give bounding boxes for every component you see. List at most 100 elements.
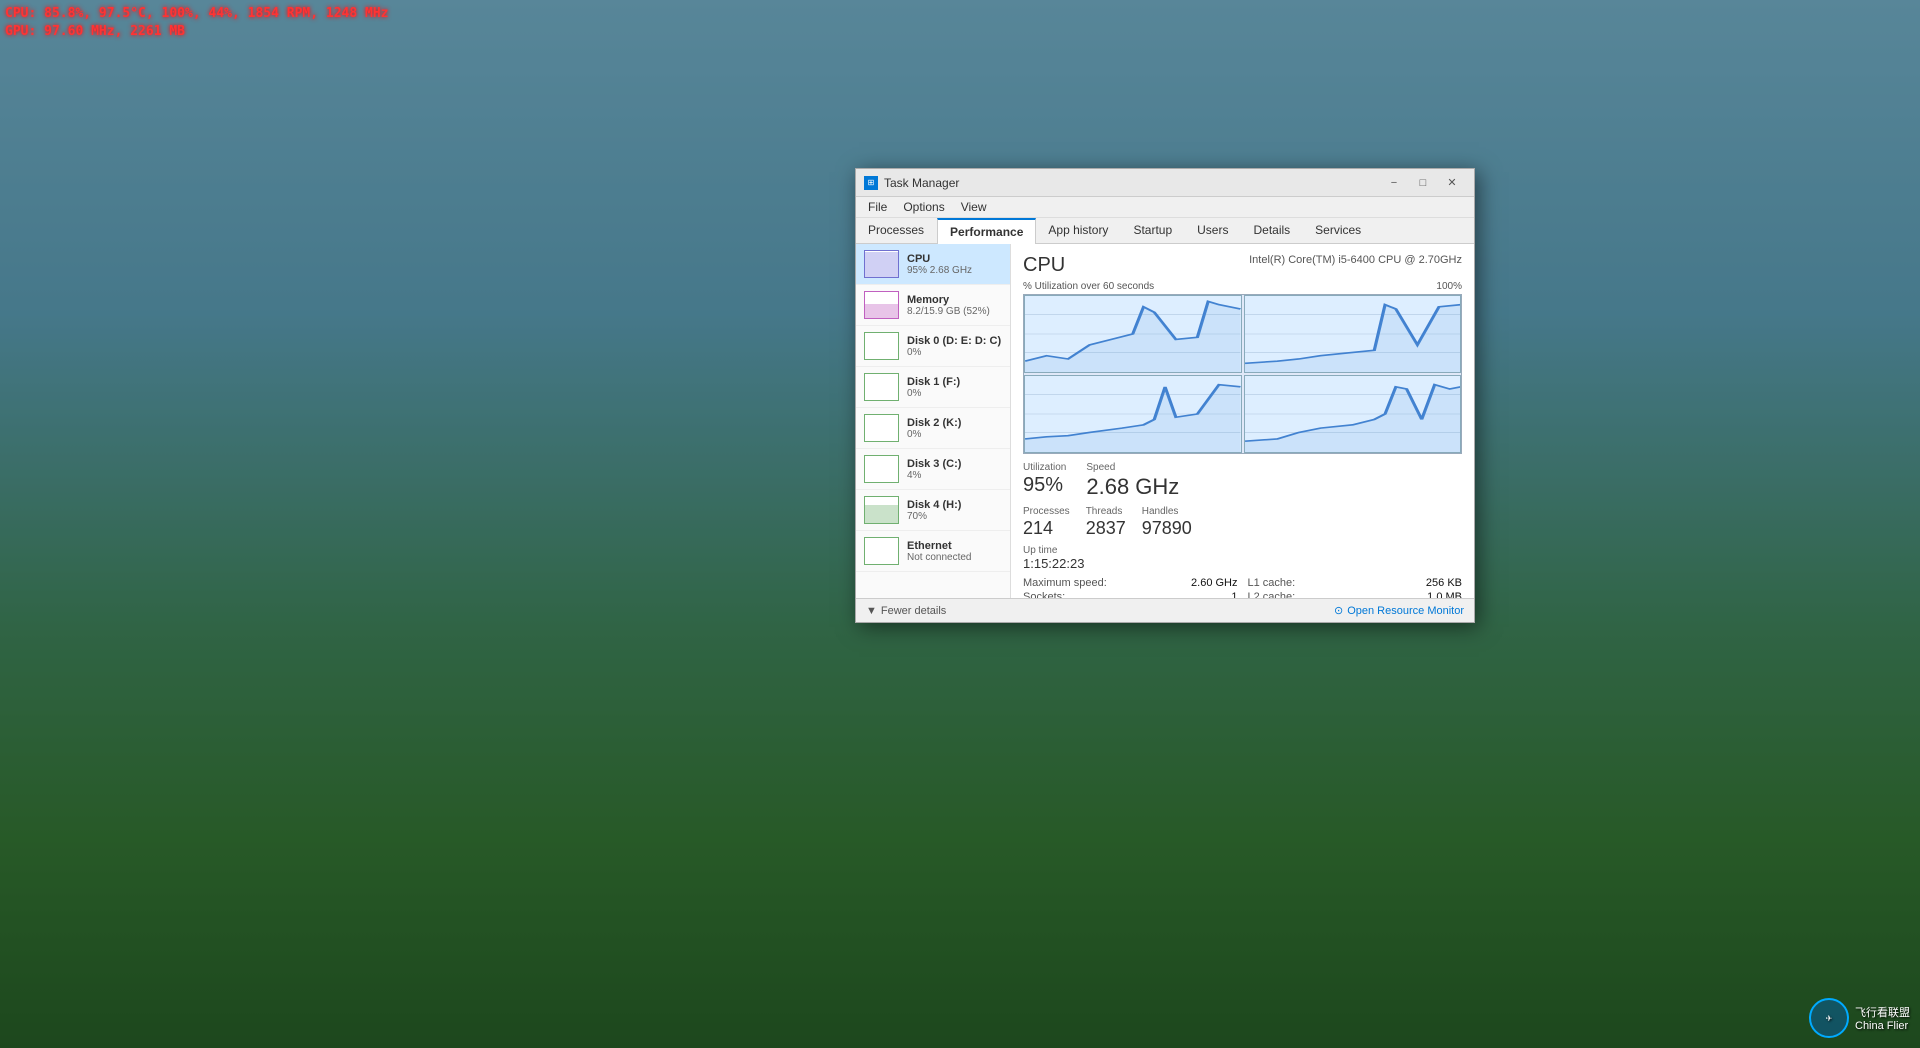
close-button[interactable]: ✕	[1438, 173, 1466, 193]
tab-services[interactable]: Services	[1303, 218, 1374, 243]
disk3-info: Disk 3 (C:) 4%	[907, 458, 1002, 481]
cpu-device-val: 95% 2.68 GHz	[907, 265, 1002, 276]
l2-value: 1.0 MB	[1427, 591, 1462, 598]
task-manager-window: ⊞ Task Manager − □ ✕ File Options View P…	[855, 168, 1475, 623]
tab-details[interactable]: Details	[1241, 218, 1303, 243]
l1-value: 256 KB	[1426, 577, 1462, 589]
cpu-core0-chart	[1024, 295, 1242, 373]
cpu-header: CPU Intel(R) Core(TM) i5-6400 CPU @ 2.70…	[1023, 254, 1462, 277]
fewer-details-label: Fewer details	[881, 605, 946, 617]
title-area: ⊞ Task Manager	[864, 176, 959, 190]
app-icon: ⊞	[864, 176, 878, 190]
open-resource-monitor-link[interactable]: ⊙ Open Resource Monitor	[1334, 604, 1464, 617]
max-speed-row: Maximum speed: 2.60 GHz	[1023, 577, 1238, 589]
l1-label: L1 cache:	[1248, 577, 1296, 589]
memory-device-name: Memory	[907, 294, 1002, 306]
chart-max-label: 100%	[1436, 281, 1462, 292]
memory-mini-graph	[864, 291, 899, 319]
cpu-core1-chart	[1244, 295, 1462, 373]
menu-options[interactable]: Options	[895, 197, 952, 217]
window-controls: − □ ✕	[1380, 173, 1466, 193]
device-item-disk1[interactable]: Disk 1 (F:) 0%	[856, 367, 1010, 408]
l2-row: L2 cache: 1.0 MB	[1248, 591, 1463, 598]
disk2-mini-graph	[864, 414, 899, 442]
tm-body: CPU 95% 2.68 GHz Memory 8.2/15.9 GB (52%…	[856, 244, 1474, 598]
menu-file[interactable]: File	[860, 197, 895, 217]
disk0-device-val: 0%	[907, 347, 1002, 358]
cpu-device-name: CPU	[907, 253, 1002, 265]
open-resource-monitor-label: Open Resource Monitor	[1347, 605, 1464, 617]
chart-label: % Utilization over 60 seconds	[1023, 281, 1154, 292]
memory-info: Memory 8.2/15.9 GB (52%)	[907, 294, 1002, 317]
tab-performance[interactable]: Performance	[937, 218, 1036, 244]
uptime-label: Up time	[1023, 545, 1462, 556]
cpu-mini-graph	[864, 250, 899, 278]
disk3-mini-graph	[864, 455, 899, 483]
tab-app-history[interactable]: App history	[1036, 218, 1121, 243]
menubar: File Options View	[856, 197, 1474, 218]
cpu-core3-chart	[1244, 375, 1462, 453]
tab-startup[interactable]: Startup	[1121, 218, 1185, 243]
hud-overlay: CPU: 85.8%, 97.5°C, 100%, 44%, 1854 RPM,…	[5, 5, 389, 41]
cpu-info: CPU 95% 2.68 GHz	[907, 253, 1002, 276]
disk1-mini-graph	[864, 373, 899, 401]
processes-label: Processes	[1023, 506, 1070, 517]
memory-device-val: 8.2/15.9 GB (52%)	[907, 306, 1002, 317]
device-item-disk3[interactable]: Disk 3 (C:) 4%	[856, 449, 1010, 490]
ethernet-device-val: Not connected	[907, 552, 1002, 563]
sockets-row: Sockets: 1	[1023, 591, 1238, 598]
process-stats-row: Processes 214 Threads 2837 Handles 97890	[1023, 506, 1462, 539]
max-speed-value: 2.60 GHz	[1191, 577, 1237, 589]
handles-group: Handles 97890	[1142, 506, 1192, 539]
sockets-label: Sockets:	[1023, 591, 1065, 598]
utilization-value: 95%	[1023, 474, 1066, 497]
tab-users[interactable]: Users	[1185, 218, 1241, 243]
l2-label: L2 cache:	[1248, 591, 1296, 598]
l1-row: L1 cache: 256 KB	[1248, 577, 1463, 589]
ethernet-mini-graph	[864, 537, 899, 565]
chevron-down-icon: ▼	[866, 605, 877, 617]
tab-bar: Processes Performance App history Startu…	[856, 218, 1474, 244]
tm-footer: ▼ Fewer details ⊙ Open Resource Monitor	[856, 598, 1474, 622]
tab-processes[interactable]: Processes	[856, 218, 937, 243]
disk2-device-name: Disk 2 (K:)	[907, 417, 1002, 429]
device-item-disk4[interactable]: Disk 4 (H:) 70%	[856, 490, 1010, 531]
menu-view[interactable]: View	[953, 197, 995, 217]
cpu-title: CPU	[1023, 254, 1065, 277]
uptime-group: Up time 1:15:22:23	[1023, 545, 1462, 571]
titlebar: ⊞ Task Manager − □ ✕	[856, 169, 1474, 197]
cpu-stats-row: Utilization 95% Speed 2.68 GHz	[1023, 462, 1462, 500]
device-item-disk0[interactable]: Disk 0 (D: E: D: C) 0%	[856, 326, 1010, 367]
ethernet-info: Ethernet Not connected	[907, 540, 1002, 563]
disk2-info: Disk 2 (K:) 0%	[907, 417, 1002, 440]
disk1-info: Disk 1 (F:) 0%	[907, 376, 1002, 399]
window-title: Task Manager	[884, 176, 959, 190]
disk2-device-val: 0%	[907, 429, 1002, 440]
speed-label: Speed	[1086, 462, 1179, 473]
disk4-mini-graph	[864, 496, 899, 524]
device-item-cpu[interactable]: CPU 95% 2.68 GHz	[856, 244, 1010, 285]
threads-value: 2837	[1086, 518, 1126, 539]
disk0-info: Disk 0 (D: E: D: C) 0%	[907, 335, 1002, 358]
cpu-chart-grid	[1023, 294, 1462, 454]
maximize-button[interactable]: □	[1409, 173, 1437, 193]
handles-value: 97890	[1142, 518, 1192, 539]
disk0-device-name: Disk 0 (D: E: D: C)	[907, 335, 1002, 347]
device-item-ethernet[interactable]: Ethernet Not connected	[856, 531, 1010, 572]
threads-label: Threads	[1086, 506, 1126, 517]
device-item-memory[interactable]: Memory 8.2/15.9 GB (52%)	[856, 285, 1010, 326]
processes-value: 214	[1023, 518, 1070, 539]
device-item-disk2[interactable]: Disk 2 (K:) 0%	[856, 408, 1010, 449]
cpu-detail-panel: CPU Intel(R) Core(TM) i5-6400 CPU @ 2.70…	[1011, 244, 1474, 598]
threads-group: Threads 2837	[1086, 506, 1126, 539]
cpu-detail-grid: Maximum speed: 2.60 GHz L1 cache: 256 KB…	[1023, 577, 1462, 598]
watermark-text: 飞行看联盟 China Flier	[1855, 1004, 1910, 1032]
watermark: ✈ 飞行看联盟 China Flier	[1809, 998, 1910, 1038]
speed-value: 2.68 GHz	[1086, 474, 1179, 500]
cpu-core2-chart	[1024, 375, 1242, 453]
minimize-button[interactable]: −	[1380, 173, 1408, 193]
device-list: CPU 95% 2.68 GHz Memory 8.2/15.9 GB (52%…	[856, 244, 1011, 598]
processes-group: Processes 214	[1023, 506, 1070, 539]
fewer-details-button[interactable]: ▼ Fewer details	[866, 605, 946, 617]
disk3-device-name: Disk 3 (C:)	[907, 458, 1002, 470]
